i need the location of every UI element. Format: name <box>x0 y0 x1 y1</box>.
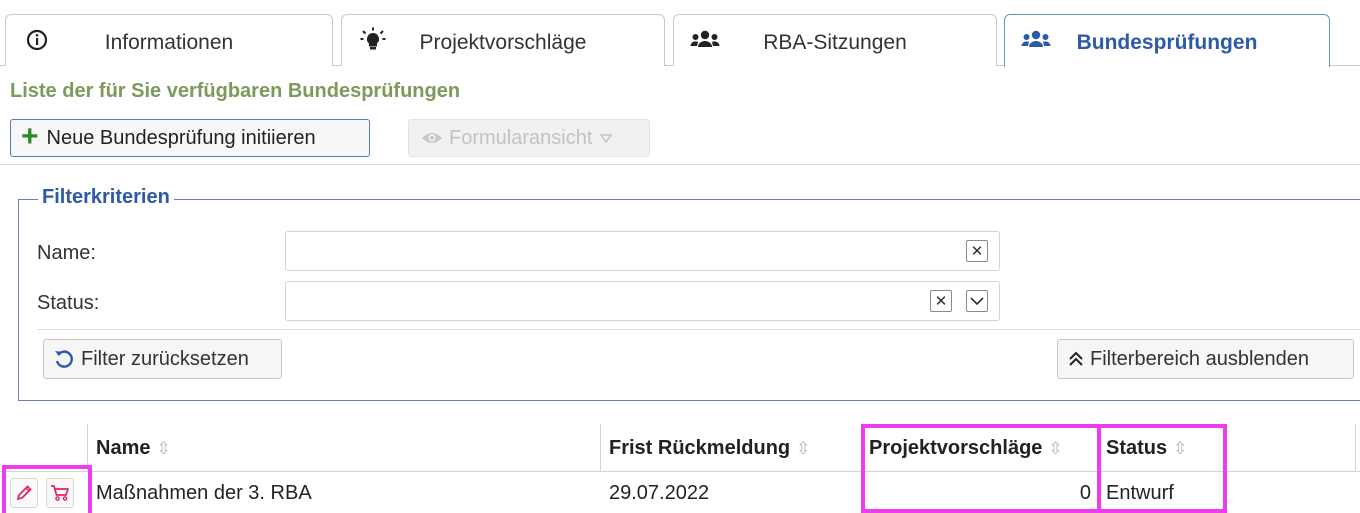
new-review-label: Neue Bundesprüfung initiieren <box>46 126 316 149</box>
column-header-deadline[interactable]: Frist Rückmeldung ⇳ <box>609 437 810 460</box>
column-header-name[interactable]: Name ⇳ <box>96 437 171 460</box>
column-header-label: Name <box>96 437 151 459</box>
name-filter-input[interactable] <box>285 231 1000 271</box>
tab-label: Bundesprüfungen <box>1076 31 1258 54</box>
status-filter-label: Status: <box>37 292 100 314</box>
collapse-filter-label: Filterbereich ausblenden <box>1090 347 1310 370</box>
eye-icon <box>421 131 443 145</box>
close-icon: ✕ <box>934 293 948 310</box>
caret-down-icon <box>600 133 613 143</box>
form-view-button[interactable]: Formularansicht <box>408 119 650 157</box>
new-review-button[interactable]: + Neue Bundesprüfung initiieren <box>10 119 370 157</box>
sort-icon: ⇳ <box>796 438 811 458</box>
clear-name-button[interactable]: ✕ <box>966 240 988 262</box>
sort-icon: ⇳ <box>156 438 171 458</box>
tab-informationen[interactable]: Informationen <box>5 14 333 66</box>
clear-status-button[interactable]: ✕ <box>930 290 952 312</box>
tab-projektvorschlaege[interactable]: Projektvorschläge <box>341 14 665 66</box>
highlight-proposals-column <box>861 424 1101 513</box>
tab-bar: Informationen Projektvorschläge RBA-Sitz… <box>0 0 1360 67</box>
column-divider <box>1355 424 1356 472</box>
toolbar-divider <box>0 164 1360 165</box>
close-icon: ✕ <box>970 243 984 260</box>
plus-icon: + <box>21 119 39 153</box>
tab-bundespruefungen[interactable]: Bundesprüfungen <box>1004 14 1330 67</box>
undo-icon <box>54 349 74 369</box>
collapse-filter-button[interactable]: Filterbereich ausblenden <box>1057 339 1354 379</box>
column-header-label: Frist Rückmeldung <box>609 437 791 459</box>
status-filter-select[interactable] <box>285 281 1000 321</box>
highlight-row-actions <box>2 465 92 513</box>
tab-label: RBA-Sitzungen <box>763 31 907 54</box>
form-view-label: Formularansicht <box>449 126 593 149</box>
filter-divider <box>37 329 1360 330</box>
cell-name: Maßnahmen der 3. RBA <box>96 482 312 504</box>
reset-filter-button[interactable]: Filter zurücksetzen <box>43 339 282 379</box>
column-divider <box>600 424 601 472</box>
chevron-down-icon <box>970 296 984 306</box>
highlight-status-column <box>1097 424 1227 513</box>
tab-label: Projektvorschläge <box>419 31 587 54</box>
reset-filter-label: Filter zurücksetzen <box>81 347 249 370</box>
tab-rba-sitzungen[interactable]: RBA-Sitzungen <box>673 14 997 66</box>
cell-deadline: 29.07.2022 <box>609 482 710 504</box>
status-dropdown-button[interactable] <box>966 290 988 312</box>
page-title: Liste der für Sie verfügbaren Bundesprüf… <box>10 80 461 102</box>
filter-legend: Filterkriterien <box>38 186 174 209</box>
double-chevron-up-icon <box>1068 351 1084 367</box>
tab-label: Informationen <box>104 31 234 54</box>
name-filter-label: Name: <box>37 242 96 264</box>
